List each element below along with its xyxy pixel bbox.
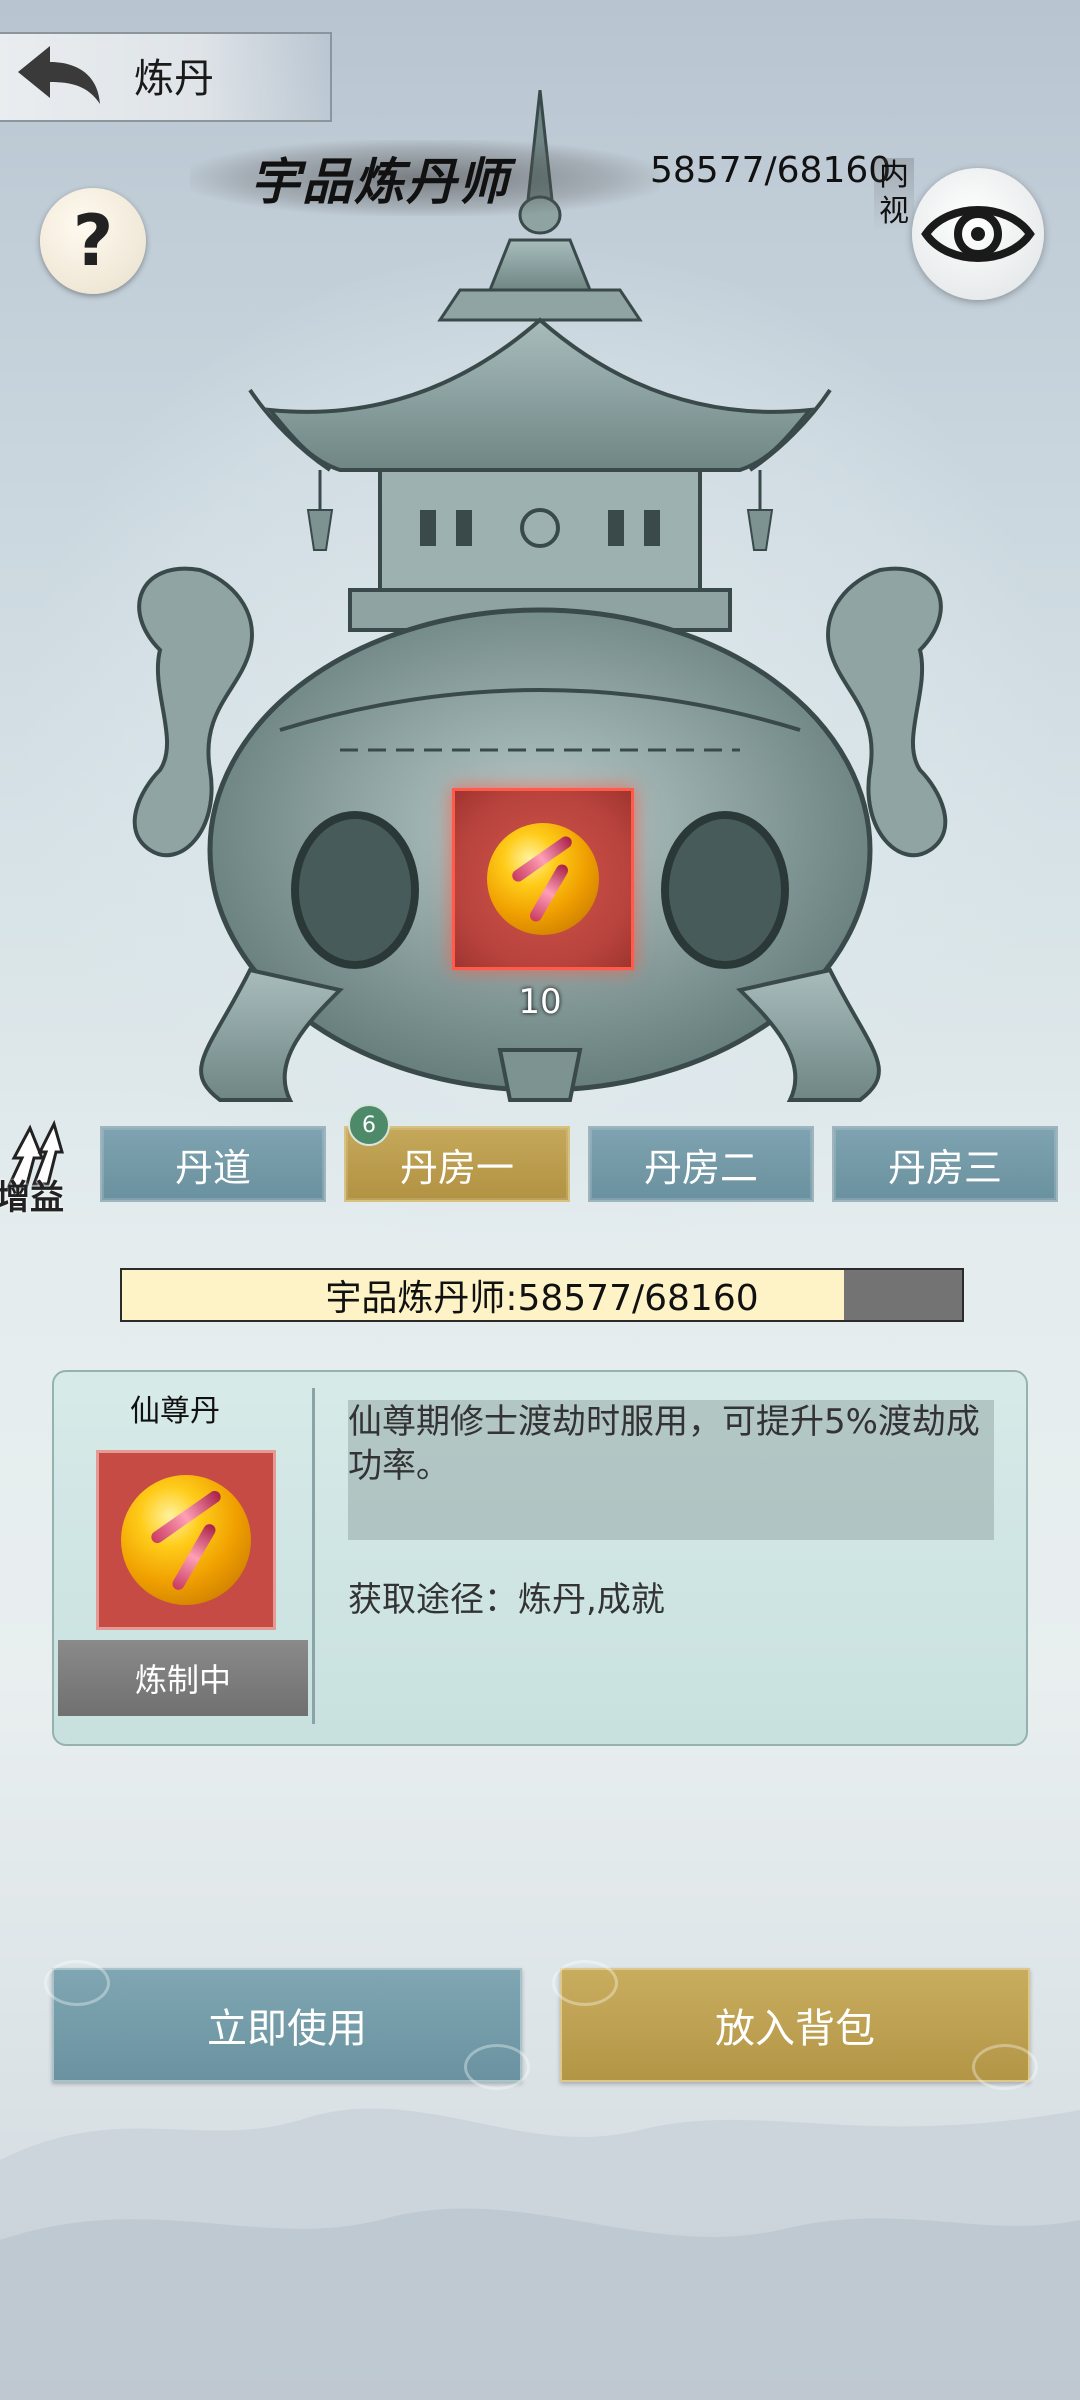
- mountain-background: [0, 2108, 1080, 2400]
- tab-dan-room-3[interactable]: 丹房三: [832, 1126, 1058, 1202]
- exp-bar-text: 宇品炼丹师:58577/68160: [325, 1278, 759, 1319]
- inner-view-label: 内视: [874, 158, 914, 230]
- alchemist-rank-title: 宇品炼丹师: [250, 153, 510, 211]
- decor-swirl: [44, 1960, 110, 2006]
- pill-icon: [487, 823, 599, 935]
- pill-icon: [121, 1475, 251, 1605]
- slot-item-count: 10: [518, 982, 562, 1022]
- item-source: 获取途径：炼丹,成就: [348, 1580, 665, 1620]
- back-arrow-icon[interactable]: [10, 40, 106, 110]
- item-name: 仙尊丹: [130, 1394, 220, 1429]
- item-status-button[interactable]: 炼制中: [58, 1640, 308, 1716]
- cauldron-product-slot[interactable]: [452, 788, 634, 970]
- page-title: 炼丹: [134, 56, 214, 102]
- alchemist-rank-progress: 58577/68160: [650, 150, 892, 191]
- question-icon[interactable]: ?: [40, 188, 146, 294]
- bonus-label[interactable]: 增益: [0, 1170, 64, 1219]
- eye-icon: [921, 206, 1035, 262]
- alchemist-exp-bar: 宇品炼丹师:58577/68160: [120, 1268, 964, 1322]
- tab-dan-dao[interactable]: 丹道: [100, 1126, 326, 1202]
- decor-swirl: [552, 1960, 618, 2006]
- item-icon-frame[interactable]: [96, 1450, 276, 1630]
- tab-badge: 6: [348, 1104, 390, 1146]
- help-glyph: ?: [72, 200, 114, 282]
- item-description: 仙尊期修士渡劫时服用，可提升5%渡劫成功率。: [348, 1402, 980, 1486]
- inner-view-button[interactable]: [912, 168, 1044, 300]
- tab-dan-room-2[interactable]: 丹房二: [588, 1126, 814, 1202]
- panel-divider: [312, 1388, 315, 1724]
